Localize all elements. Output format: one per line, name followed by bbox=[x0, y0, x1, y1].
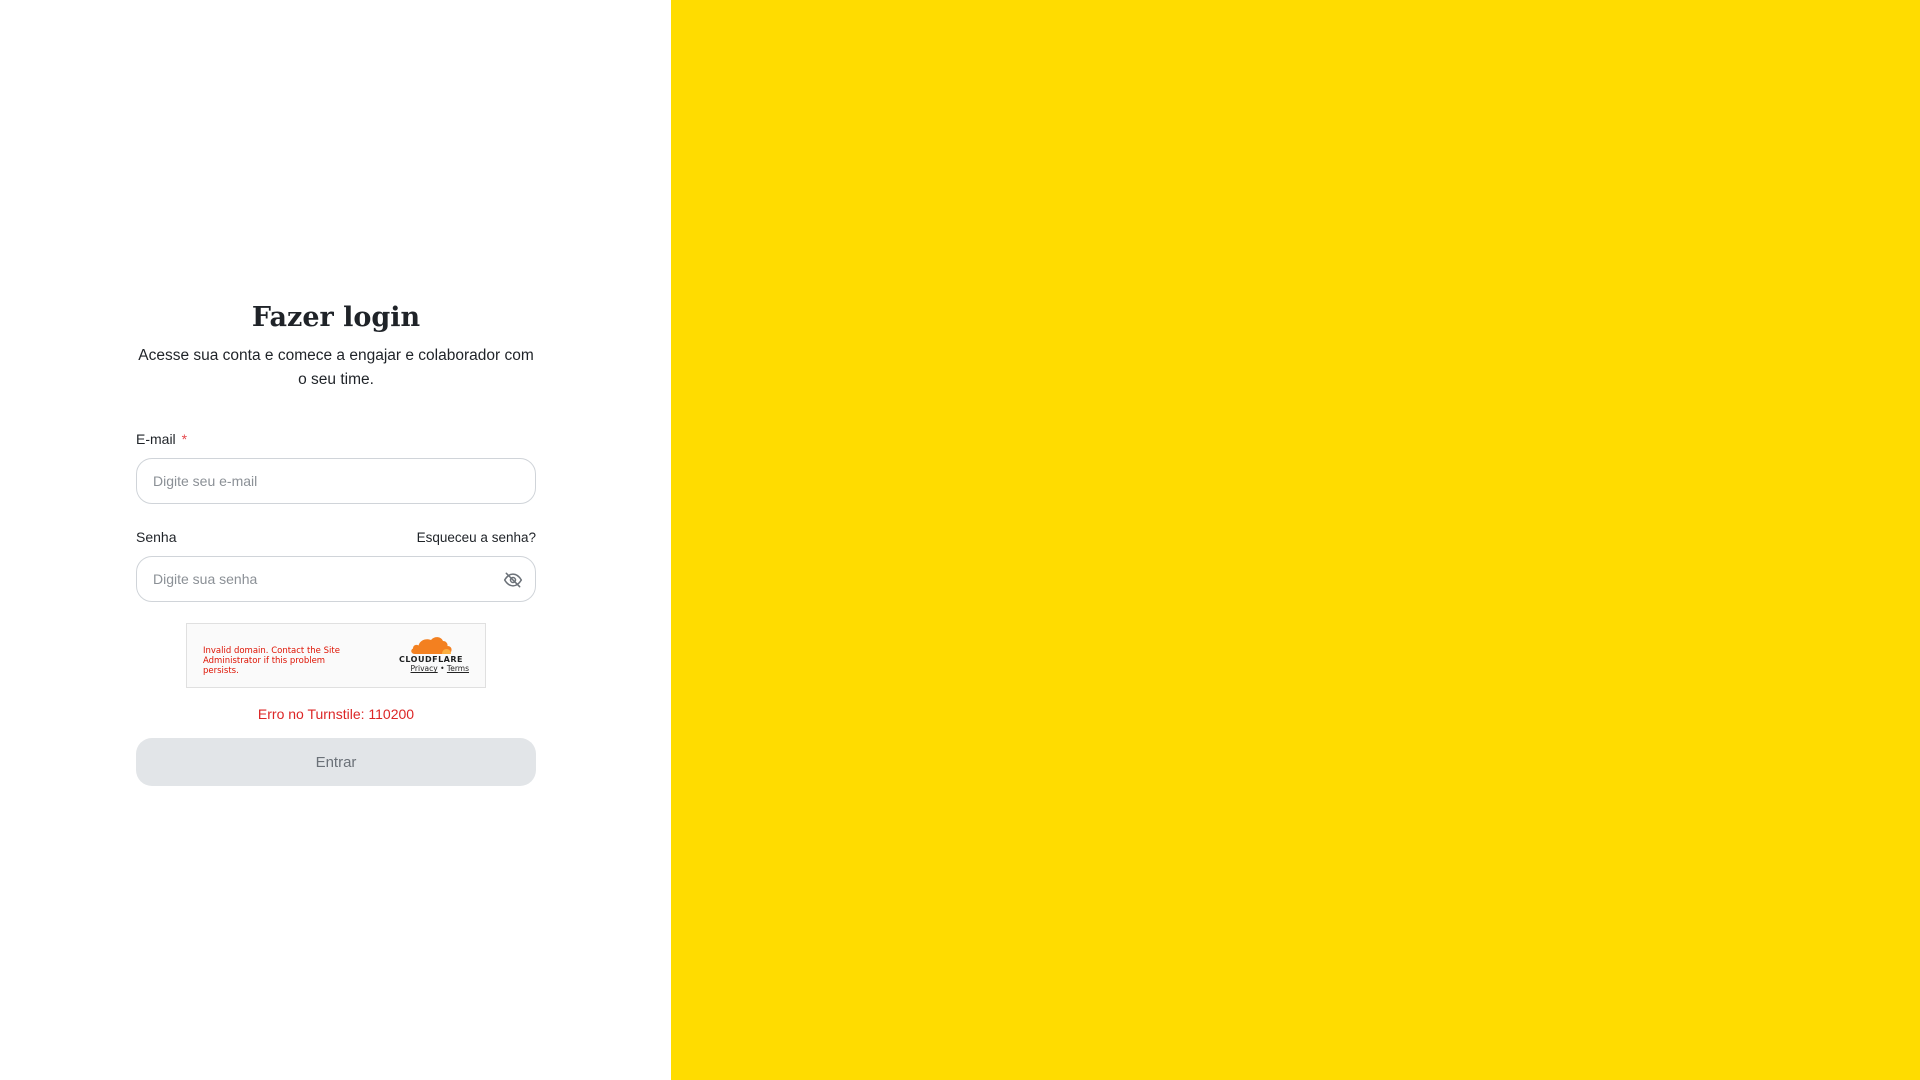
login-form: Fazer login Acesse sua conta e comece a … bbox=[136, 290, 536, 787]
cloudflare-cloud-icon bbox=[411, 637, 452, 655]
email-label-row: E-mail * bbox=[136, 430, 536, 448]
page-title: Fazer login bbox=[251, 302, 421, 333]
turnstile-links: Privacy • Terms bbox=[411, 664, 469, 673]
turnstile-widget[interactable]: Invalid domain. Contact the Site Adminis… bbox=[186, 623, 486, 689]
login-panel: Fazer login Acesse sua conta e comece a … bbox=[0, 0, 671, 1080]
login-button[interactable]: Entrar bbox=[136, 738, 536, 787]
brand-panel bbox=[671, 0, 1920, 1080]
email-label-text: E-mail bbox=[136, 431, 176, 448]
privacy-link[interactable]: Privacy bbox=[411, 664, 438, 673]
email-input-box bbox=[136, 458, 536, 505]
turnstile-error-message: Invalid domain. Contact the Site Adminis… bbox=[203, 646, 340, 677]
password-label: Senha bbox=[136, 529, 177, 546]
turnstile-error-status: Erro no Turnstile: 110200 bbox=[257, 706, 415, 723]
eye-off-icon[interactable] bbox=[503, 570, 523, 590]
password-input[interactable] bbox=[153, 557, 483, 602]
email-input[interactable] bbox=[153, 459, 483, 504]
password-input-box bbox=[136, 556, 536, 603]
page-subtitle: Acesse sua conta e comece a engajar e co… bbox=[138, 347, 534, 389]
terms-link[interactable]: Terms bbox=[447, 664, 469, 673]
forgot-password-link[interactable]: Esqueceu a senha? bbox=[417, 530, 536, 545]
password-label-row: Senha Esqueceu a senha? bbox=[136, 528, 536, 546]
login-page: Fazer login Acesse sua conta e comece a … bbox=[0, 0, 1920, 1080]
required-asterisk: * bbox=[181, 431, 188, 448]
cloudflare-logo: CLOUDFLARE bbox=[393, 635, 469, 664]
email-label: E-mail * bbox=[136, 431, 187, 447]
cloudflare-wordmark: CLOUDFLARE bbox=[399, 655, 463, 665]
link-separator: • bbox=[440, 664, 445, 674]
